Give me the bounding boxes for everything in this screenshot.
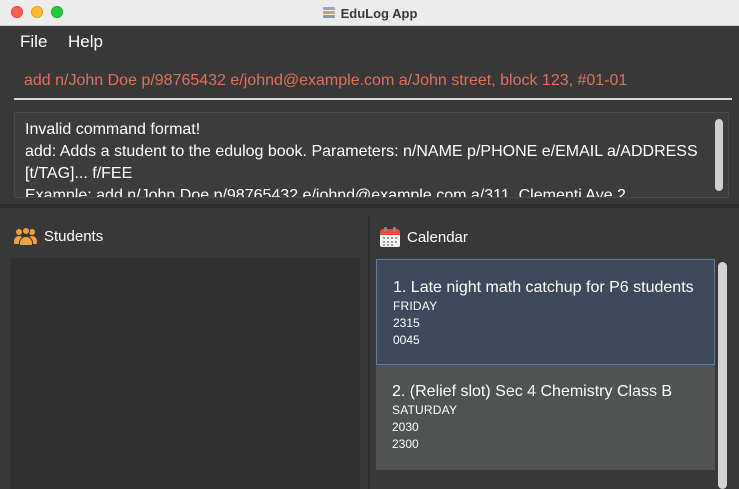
menu-help[interactable]: Help bbox=[68, 32, 103, 52]
result-line: [t/TAG]... f/FEE bbox=[25, 165, 133, 182]
event-card-2[interactable]: 2. (Relief slot) Sec 4 Chemistry Class B… bbox=[376, 365, 715, 470]
result-line: Invalid command format! bbox=[25, 121, 201, 138]
event-start-time: 2030 bbox=[392, 420, 419, 434]
result-display[interactable]: Invalid command format! add: Adds a stud… bbox=[14, 112, 729, 198]
event-day: SATURDAY bbox=[392, 403, 458, 417]
window-title-group: EduLog App bbox=[0, 0, 739, 26]
students-list[interactable] bbox=[10, 258, 360, 489]
app-window: EduLog App File Help add n/John Doe p/98… bbox=[0, 0, 739, 489]
command-input-underline bbox=[14, 98, 732, 100]
calendar-scrollbar-thumb[interactable] bbox=[718, 262, 727, 489]
window-title: EduLog App bbox=[340, 5, 418, 21]
people-icon bbox=[14, 226, 38, 246]
calendar-panel: Calendar 1. Late night math catchup for … bbox=[370, 208, 739, 489]
menu-bar: File Help bbox=[0, 27, 739, 57]
menu-file[interactable]: File bbox=[20, 32, 47, 52]
event-start-time: 2315 bbox=[393, 316, 420, 330]
event-title: 2. (Relief slot) Sec 4 Chemistry Class B bbox=[392, 383, 673, 400]
result-line: Example: add n/John Doe p/98765432 e/joh… bbox=[25, 187, 626, 198]
calendar-title: Calendar bbox=[407, 228, 468, 246]
event-end-time: 0045 bbox=[393, 333, 420, 347]
calendar-icon bbox=[380, 226, 400, 248]
result-scrollbar-thumb[interactable] bbox=[715, 119, 723, 191]
app-book-icon bbox=[322, 6, 336, 20]
event-title: 1. Late night math catchup for P6 studen… bbox=[393, 279, 694, 296]
command-input[interactable]: add n/John Doe p/98765432 e/johnd@exampl… bbox=[24, 72, 627, 90]
event-end-time: 2300 bbox=[392, 437, 419, 451]
title-bar: EduLog App bbox=[0, 0, 739, 26]
event-list[interactable]: 1. Late night math catchup for P6 studen… bbox=[376, 259, 715, 489]
result-line: add: Adds a student to the edulog book. … bbox=[25, 143, 698, 160]
result-text: Invalid command format! add: Adds a stud… bbox=[25, 119, 710, 198]
students-panel: Students bbox=[0, 208, 368, 489]
event-card-1[interactable]: 1. Late night math catchup for P6 studen… bbox=[376, 259, 715, 365]
students-header: Students bbox=[14, 226, 103, 246]
calendar-header: Calendar bbox=[380, 226, 468, 248]
students-title: Students bbox=[44, 227, 104, 245]
event-day: FRIDAY bbox=[393, 299, 438, 313]
